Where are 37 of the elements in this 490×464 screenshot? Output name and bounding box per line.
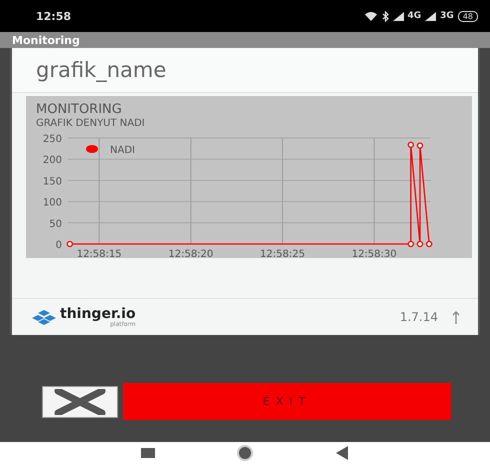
dashboard-title: grafik_name — [12, 48, 478, 93]
version-label: 1.7.14 — [400, 310, 438, 324]
battery-level: 48 — [458, 10, 478, 22]
y-axis-label: 150 — [42, 176, 62, 188]
x-axis-label: 12:58:15 — [76, 249, 122, 260]
up-arrow-icon[interactable] — [452, 310, 460, 324]
signal-icon — [425, 12, 436, 20]
x-axis-label: 12:58:25 — [260, 249, 305, 260]
back-icon[interactable] — [335, 446, 349, 460]
y-axis-label: 200 — [42, 155, 62, 166]
widget-subtitle: GRAFIK DENYUT NADI — [35, 118, 146, 130]
data-point — [408, 240, 414, 248]
x-axis-label: 12:58:20 — [168, 249, 214, 260]
brand-name: thinger.io — [60, 306, 136, 320]
data-point — [408, 142, 414, 148]
close-icon[interactable] — [42, 386, 118, 418]
data-point — [416, 142, 424, 149]
exit-button[interactable]: EXIT — [123, 383, 451, 420]
y-axis-label: 0 — [56, 240, 62, 251]
network-type: 4G — [408, 11, 422, 21]
data-point — [66, 240, 73, 248]
legend-label: NADI — [110, 145, 135, 156]
x-axis-label: 12:58:30 — [352, 249, 397, 260]
y-axis-label: 50 — [49, 218, 62, 230]
data-point — [416, 240, 424, 248]
data-point — [426, 240, 432, 248]
clock-time: 12:58 — [36, 10, 72, 22]
cubes-icon — [32, 309, 56, 325]
signal-icon — [392, 12, 404, 20]
widget-title: MONITORING — [35, 102, 123, 118]
bluetooth-icon — [382, 10, 388, 22]
wifi-icon — [364, 11, 378, 21]
y-axis-label: 250 — [42, 134, 62, 145]
home-icon[interactable] — [235, 443, 255, 463]
network-type: 3G — [440, 11, 454, 21]
y-axis-label: 100 — [42, 198, 62, 209]
app-title: Monitoring — [12, 34, 80, 46]
